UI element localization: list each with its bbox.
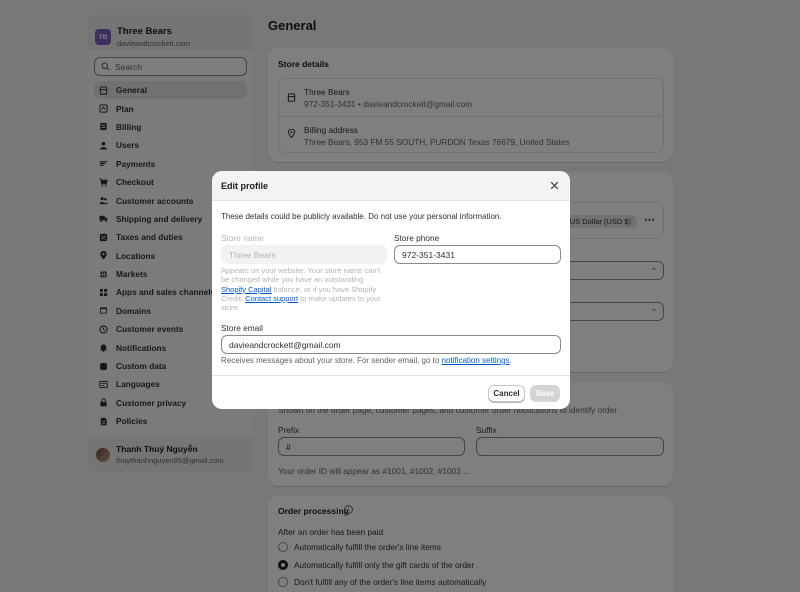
cancel-button[interactable]: Cancel [488, 385, 525, 402]
modal-footer: Cancel Save [212, 375, 570, 409]
store-phone-label: Store phone [394, 233, 440, 243]
store-email-label: Store email [221, 323, 263, 333]
store-phone-input[interactable]: 972-351-3431 [394, 245, 561, 264]
notification-settings-link[interactable]: notification settings [442, 356, 510, 365]
shopify-capital-link[interactable]: Shopify Capital [221, 285, 271, 294]
store-email-help: Receives messages about your store. For … [221, 356, 512, 365]
contact-support-link[interactable]: Contact support [245, 294, 298, 303]
close-icon[interactable] [549, 180, 560, 191]
save-button[interactable]: Save [530, 385, 560, 402]
privacy-notice: These details could be publicly availabl… [221, 212, 502, 221]
settings-page: TB Three Bears davieandcrockett.com Sear… [0, 0, 800, 592]
modal-header: Edit profile [212, 171, 570, 201]
modal-title: Edit profile [221, 181, 268, 191]
store-name-label: Store name [221, 233, 264, 243]
edit-profile-modal: Edit profile These details could be publ… [212, 171, 570, 409]
store-name-input: Three Bears [221, 245, 387, 264]
store-name-help: Appears on your website. Your store name… [221, 266, 381, 313]
store-email-input[interactable]: davieandcrockett@gmail.com [221, 335, 561, 354]
